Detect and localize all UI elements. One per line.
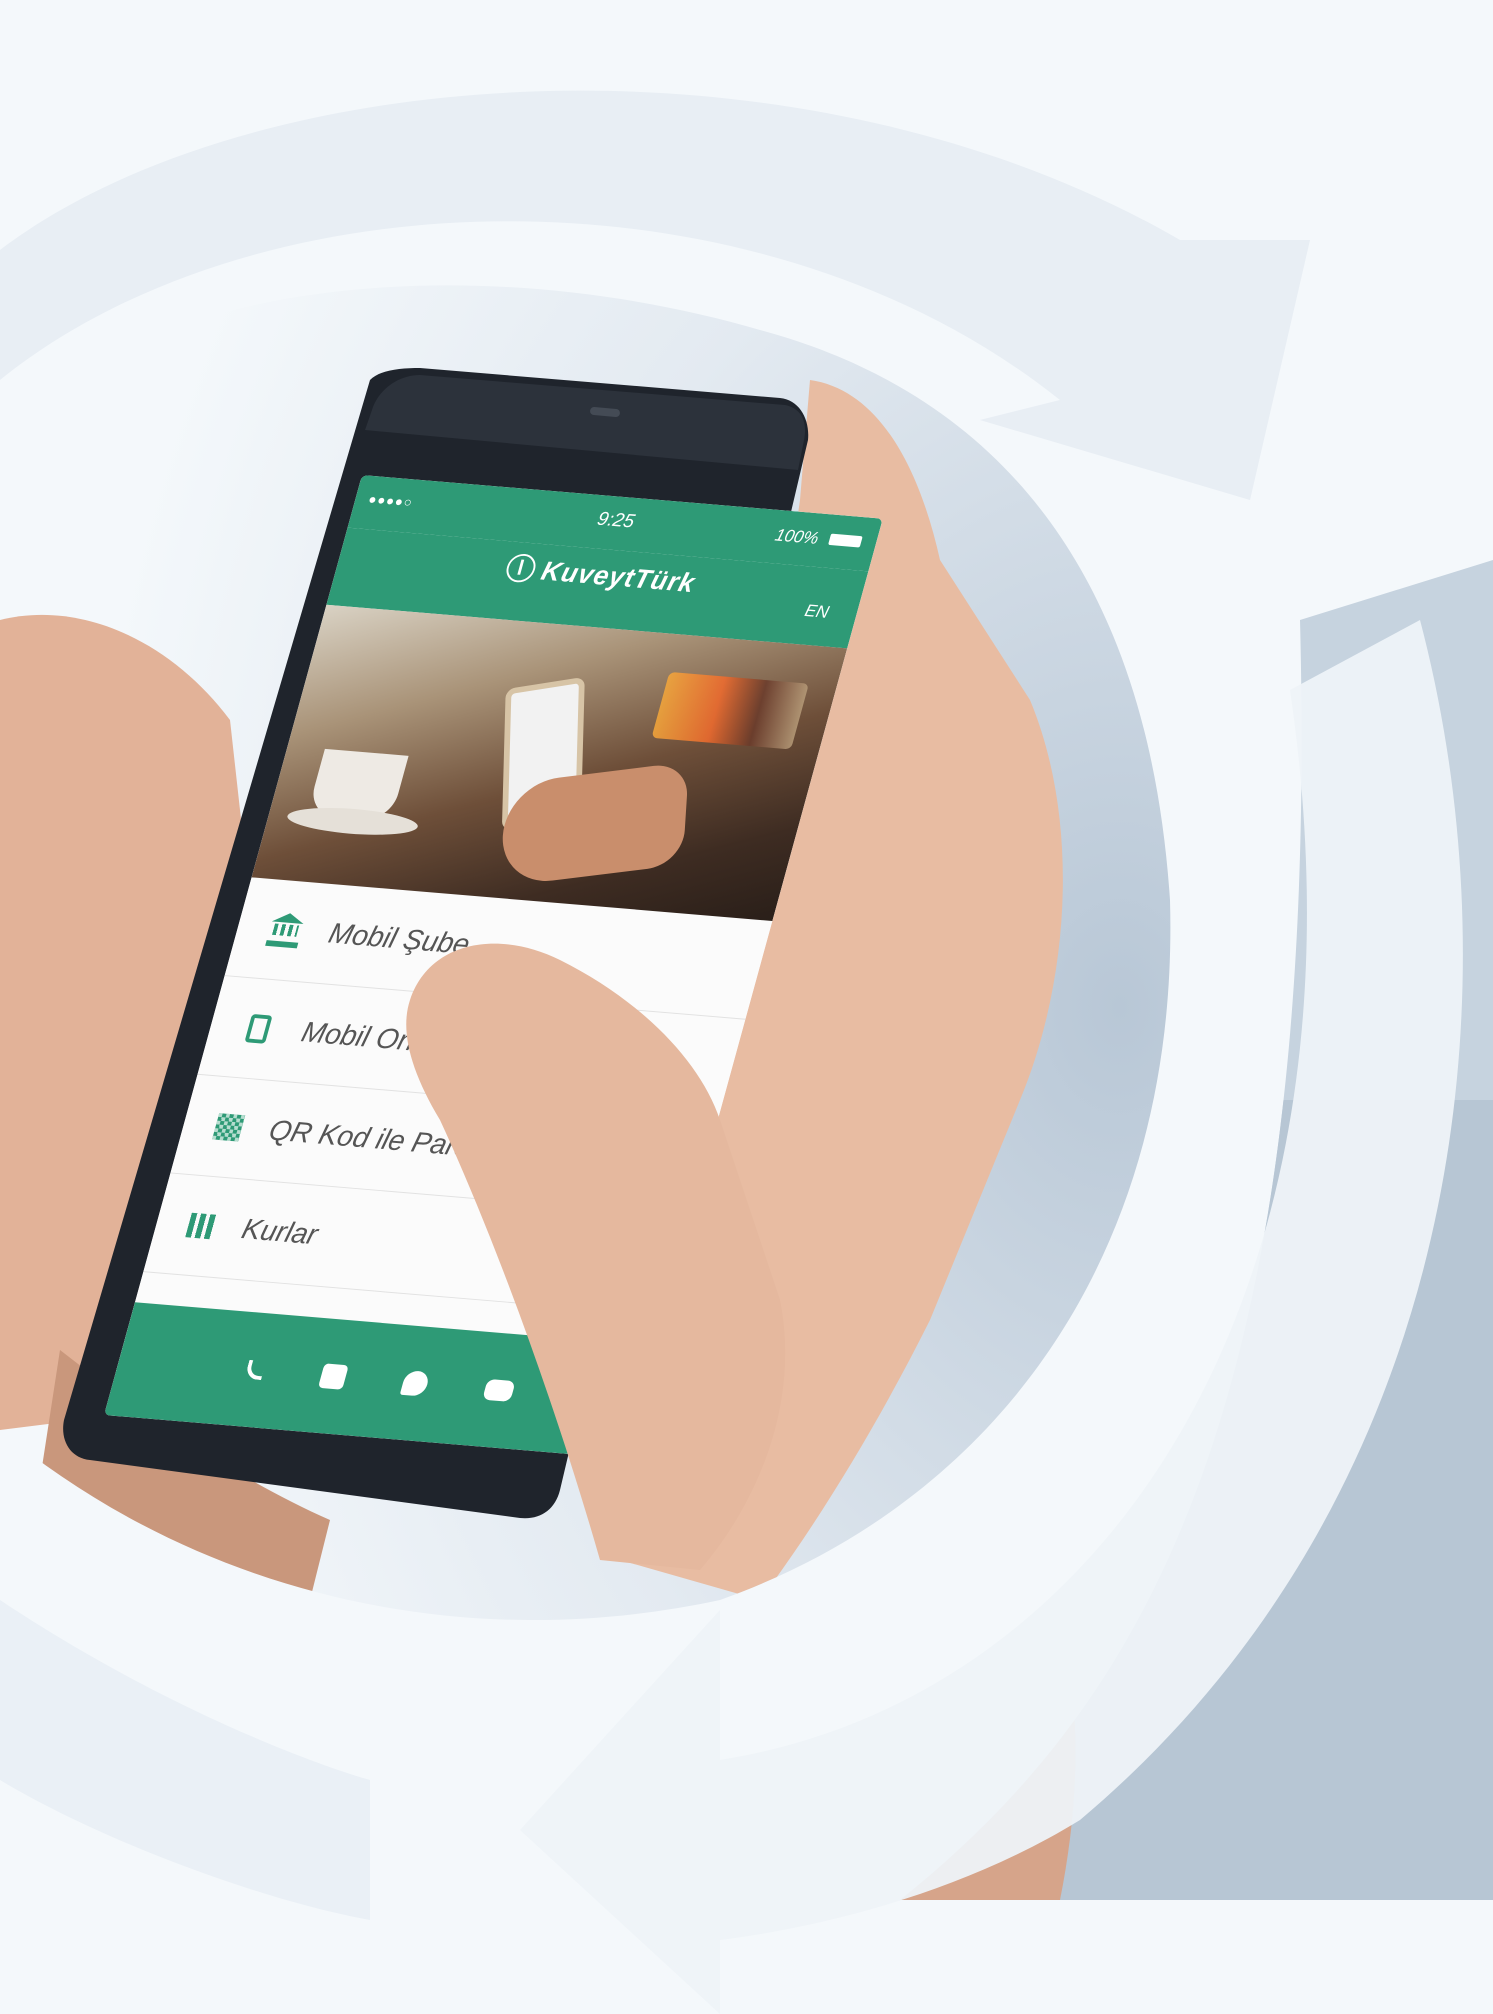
language-toggle[interactable]: EN <box>802 601 831 623</box>
mobile-approval-icon <box>244 1013 273 1044</box>
menu-item-label: Mobil Ona <box>298 1016 434 1059</box>
twitter-icon[interactable] <box>399 1370 431 1397</box>
exchange-rates-icon <box>185 1212 218 1240</box>
hero-image <box>251 604 848 921</box>
hero-saucer <box>284 803 422 840</box>
brand-name: KuveytTürk <box>538 555 699 598</box>
kuveyt-turk-logo-icon <box>503 552 539 584</box>
qr-code-icon <box>211 1113 246 1142</box>
battery-percent: 100% <box>773 525 822 548</box>
phone-icon[interactable] <box>244 1359 267 1381</box>
facebook-icon[interactable] <box>317 1363 349 1390</box>
menu-item-label: Mobil Şube <box>325 917 474 961</box>
hero-bottles <box>651 671 809 750</box>
menu-item-label: QR Kod ile Para Ç <box>265 1114 504 1166</box>
menu-item-label: Kurlar <box>238 1213 322 1251</box>
youtube-icon[interactable] <box>482 1378 516 1402</box>
bank-icon <box>265 911 307 949</box>
